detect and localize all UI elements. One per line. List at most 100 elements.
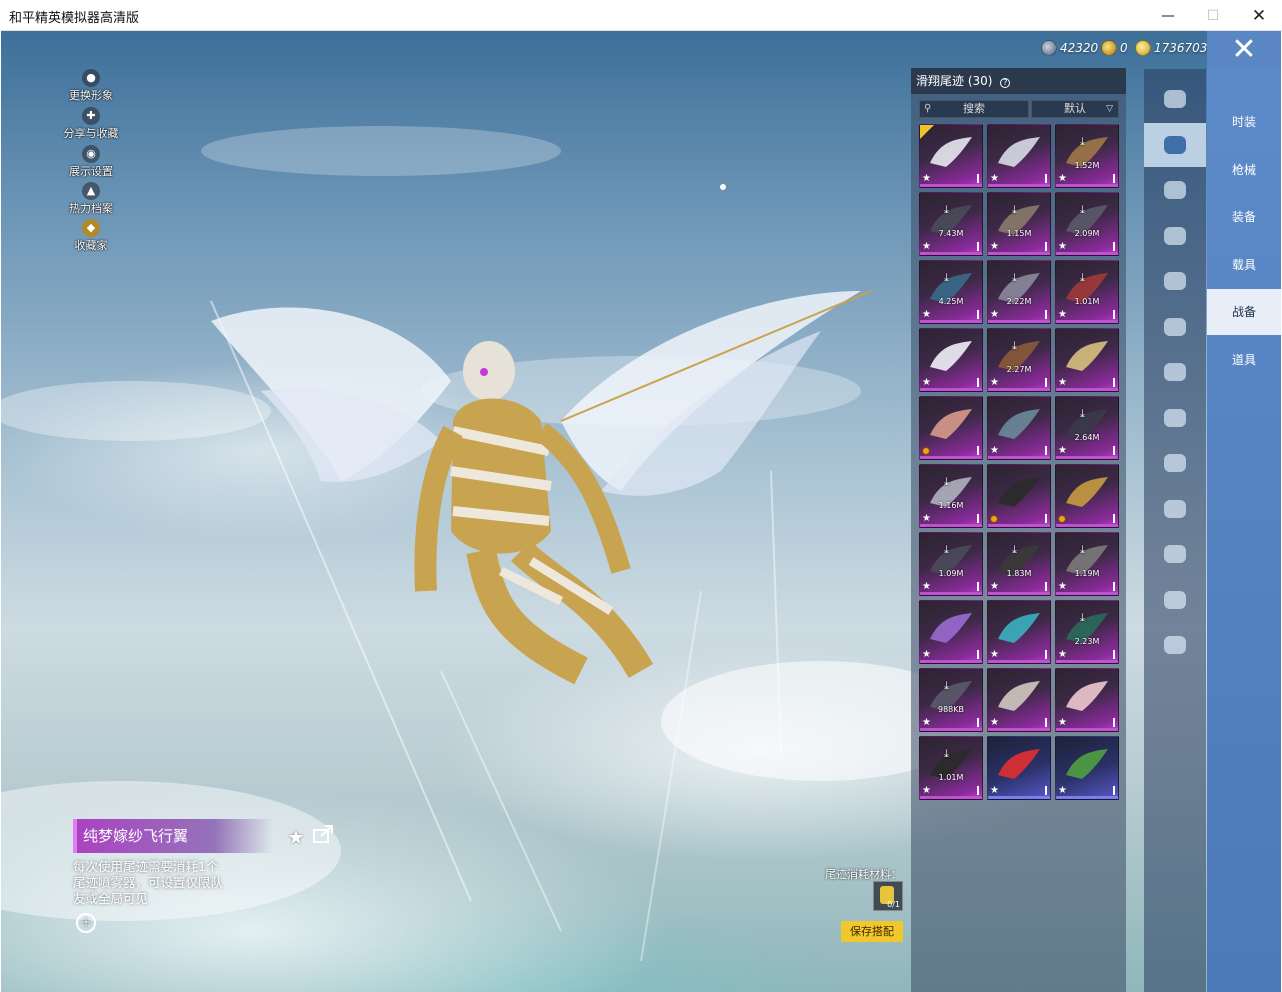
inventory-item[interactable]: ★ [1055,668,1119,732]
inventory-item[interactable]: ⤓ 1.83M ★ [987,532,1051,596]
inventory-item[interactable]: ⤓ 2.23M ★ [1055,600,1119,664]
window-close-button[interactable]: ✕ [1236,0,1282,31]
jet-icon [1164,226,1186,245]
category-emote[interactable] [1144,259,1206,303]
item-count-bar [1113,378,1115,387]
inventory-item[interactable]: ⤓ 2.27M ★ [987,328,1051,392]
inventory-item[interactable]: ★ [987,668,1051,732]
inventory-item[interactable] [919,396,983,460]
download-size: 2.27M [1006,365,1032,374]
category-jet[interactable] [1144,214,1206,258]
download-size: 1.09M [938,569,964,578]
category-pet[interactable] [1144,305,1206,349]
category-chat[interactable] [1144,396,1206,440]
material-count: 0/1 [887,900,900,909]
inventory-item[interactable]: ⤓ 1.19M ★ [1055,532,1119,596]
share-icon[interactable] [313,824,335,844]
maximize-button[interactable]: ☐ [1190,0,1236,31]
category-plane[interactable] [1144,168,1206,212]
save-outfit-button[interactable]: 保存搭配 [841,921,903,942]
inventory-item[interactable]: ⤓ 2.09M ★ [1055,192,1119,256]
inventory-item[interactable]: ⤓ 2.64M ★ [1055,396,1119,460]
plane-icon [1164,181,1186,199]
item-count-bar [1045,174,1047,183]
collector-button[interactable]: ◆ 收藏家 [61,219,121,253]
download-size: 1.15M [1006,229,1032,238]
inventory-item[interactable]: ★ [987,124,1051,188]
download-size: 2.22M [1006,297,1032,306]
sort-dropdown[interactable]: 默认 ▽ [1031,100,1119,118]
inventory-item[interactable]: ★ [1055,328,1119,392]
display-settings-button[interactable]: ◉ 展示设置 [61,145,121,179]
inventory-item[interactable]: ⤓ 7.43M ★ [919,192,983,256]
inventory-item[interactable]: ★ [987,600,1051,664]
close-panel-button[interactable]: ✕ [1207,31,1281,69]
window-title: 和平精英模拟器高清版 [9,11,140,26]
category-magic[interactable] [1144,578,1206,622]
tab-item[interactable]: 装备 [1207,194,1281,240]
inventory-item[interactable]: ⤓ 1.15M ★ [987,192,1051,256]
item-thumbnail [930,341,972,371]
inventory-item[interactable]: ⤓ 1.16M ★ [919,464,983,528]
inventory-item[interactable]: ⤓ 4.25M ★ [919,260,983,324]
zoom-in-icon[interactable]: + [76,913,96,933]
heat-archive-button[interactable]: ▲ 热力档案 [61,182,121,216]
inventory-item[interactable] [1055,464,1119,528]
category-ufo[interactable] [1144,623,1206,667]
inventory-item[interactable]: ⤓ 1.52M ★ [1055,124,1119,188]
inventory-item[interactable]: ⤓ 1.09M ★ [919,532,983,596]
change-avatar-button[interactable]: ● 更换形象 [61,69,121,103]
item-thumbnail [930,409,972,439]
inventory-item[interactable] [987,464,1051,528]
category-sound[interactable] [1144,350,1206,394]
share-collect-button[interactable]: ✚ 分享与收藏 [61,107,121,141]
item-thumbnail [998,613,1040,643]
star-icon: ★ [1058,785,1067,796]
star-icon: ★ [990,581,999,592]
favorite-star-icon[interactable]: ★ [287,825,305,849]
star-icon: ★ [1058,309,1067,320]
item-count-bar [1045,582,1047,591]
tab-item[interactable]: 时装 [1207,99,1281,145]
item-thumbnail [998,409,1040,439]
currency-silver: 42320 [1041,40,1098,56]
inventory-item[interactable]: ⤓ 988KB ★ [919,668,983,732]
category-photo[interactable] [1144,441,1206,485]
inventory-item[interactable]: ⤓ 1.01M ★ [919,736,983,800]
tab-item[interactable]: 道具 [1207,337,1281,383]
parachute-icon [1164,90,1186,108]
inventory-item[interactable]: ★ [987,736,1051,800]
star-icon: ★ [990,377,999,388]
emote-icon [1164,272,1186,290]
item-thumbnail [998,137,1040,167]
category-gesture[interactable] [1144,532,1206,576]
item-count-bar [1045,514,1047,523]
star-icon: ★ [922,513,931,524]
star-icon: ★ [990,241,999,252]
star-icon: ★ [990,717,999,728]
inventory-item[interactable]: ⤓ 2.22M ★ [987,260,1051,324]
search-input[interactable]: ⚲ 搜索 [919,100,1029,118]
inventory-item[interactable]: ★ [919,124,983,188]
download-size: 2.09M [1074,229,1100,238]
inventory-item[interactable]: ⤓ 1.01M ★ [1055,260,1119,324]
inventory-item[interactable]: ★ [919,328,983,392]
trail-spray-slot[interactable]: 0/1 [873,881,903,911]
item-description: 每次使用尾迹需要消耗1个尾迹喷雾器，可设置仅限队友或全局可见 [73,859,224,906]
tab-item[interactable]: 载具 [1207,242,1281,288]
inventory-item[interactable]: ★ [1055,736,1119,800]
ufo-icon [1164,636,1186,654]
download-icon: ⤓ [1080,135,1085,148]
character-model[interactable] [201,271,881,731]
inventory-item[interactable]: ★ [919,600,983,664]
inventory-item[interactable]: ★ [987,396,1051,460]
tab-item[interactable]: 枪械 [1207,147,1281,193]
category-glider[interactable] [1144,122,1206,167]
help-icon[interactable]: ? [1000,78,1011,88]
category-parachute[interactable] [1144,77,1206,121]
tab-item[interactable]: 战备 [1207,289,1281,335]
category-spray[interactable] [1144,487,1206,531]
minimize-button[interactable]: — [1145,0,1191,31]
item-count-bar [1045,242,1047,251]
item-count-bar [1113,174,1115,183]
